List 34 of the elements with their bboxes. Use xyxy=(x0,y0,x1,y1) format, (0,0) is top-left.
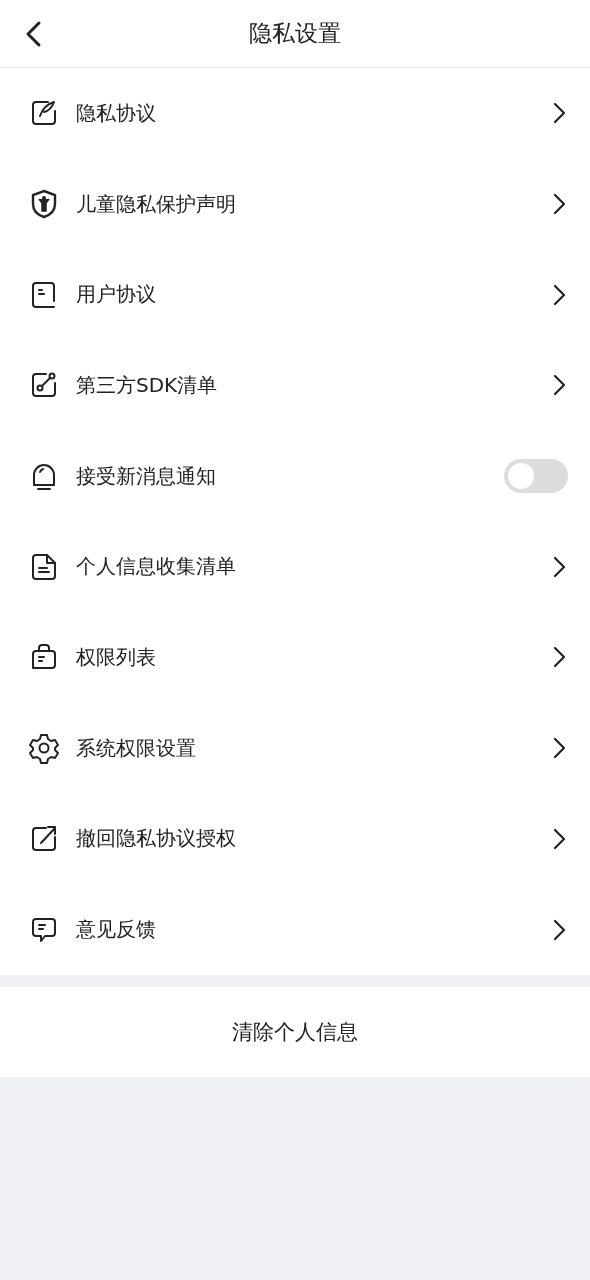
settings-row[interactable]: 隐私协议 xyxy=(0,68,590,159)
settings-row[interactable]: 第三方SDK清单 xyxy=(0,340,590,431)
chevron-icon xyxy=(552,826,566,851)
chevron-icon xyxy=(552,101,566,126)
row-label: 系统权限设置 xyxy=(76,734,197,762)
settings-row[interactable]: 儿童隐私保护声明 xyxy=(0,158,590,250)
toggle-switch[interactable] xyxy=(504,459,568,494)
page-title: 隐私设置 xyxy=(249,19,341,48)
chevron-icon xyxy=(552,645,566,670)
settings-row[interactable]: 用户协议 xyxy=(0,249,590,341)
chevron-icon xyxy=(552,192,566,217)
chevron-icon xyxy=(552,282,566,307)
clear-info-button[interactable]: 清除个人信息 xyxy=(0,986,590,1077)
settings-row[interactable]: 系统权限设置 xyxy=(0,702,590,794)
back-icon xyxy=(24,20,42,48)
row-label: 第三方SDK清单 xyxy=(76,371,219,399)
settings-row[interactable]: 接受新消息通知 xyxy=(0,430,590,522)
row-label: 接受新消息通知 xyxy=(76,462,217,490)
chevron-icon xyxy=(552,554,566,579)
chevron-icon xyxy=(552,373,566,398)
chevron-icon xyxy=(552,917,566,942)
row-label: 权限列表 xyxy=(76,643,157,671)
row-label: 个人信息收集清单 xyxy=(76,553,237,581)
row-label: 用户协议 xyxy=(76,281,157,309)
settings-row[interactable]: 权限列表 xyxy=(0,612,590,703)
row-label: 儿童隐私保护声明 xyxy=(76,190,237,218)
row-label: 意见反馈 xyxy=(76,916,157,944)
row-label: 撤回隐私协议授权 xyxy=(76,825,237,853)
row-label: 隐私协议 xyxy=(76,99,157,127)
settings-row[interactable]: 意见反馈 xyxy=(0,884,590,975)
settings-row[interactable]: 撤回隐私协议授权 xyxy=(0,793,590,885)
settings-row[interactable]: 个人信息收集清单 xyxy=(0,521,590,613)
settings-icon xyxy=(28,732,60,765)
chevron-icon xyxy=(552,736,566,761)
